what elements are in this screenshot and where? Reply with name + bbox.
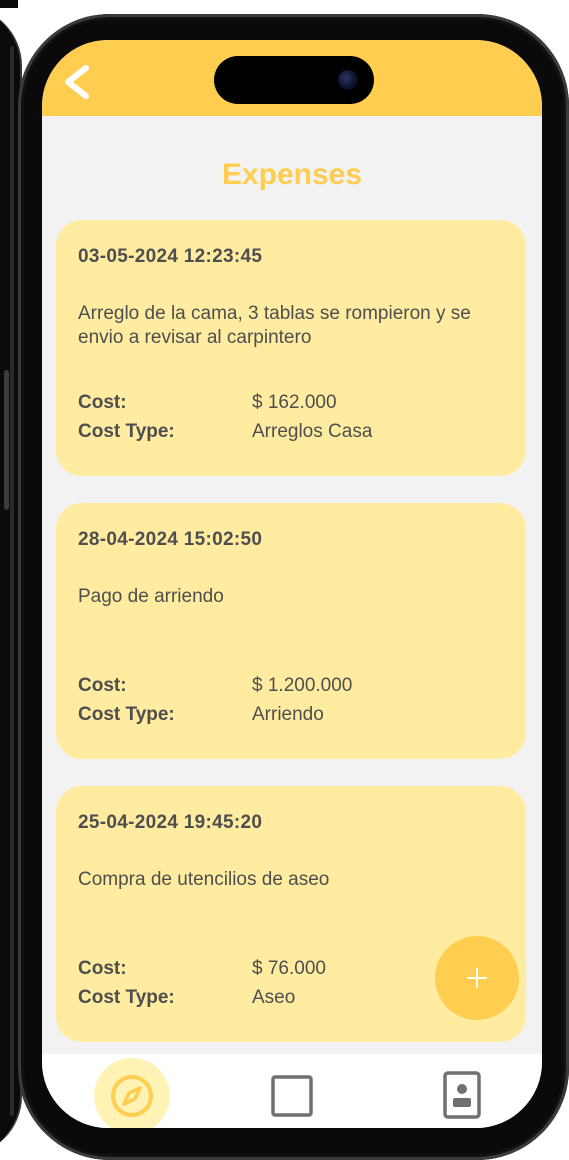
cost-type-value: Arriendo	[252, 704, 324, 725]
compass-icon	[111, 1075, 153, 1117]
square-icon	[271, 1075, 313, 1117]
app-stage: Expenses 03-05-2024 12:23:45 Arreglo de …	[0, 0, 569, 1160]
top-bar	[42, 40, 542, 116]
nav-explore[interactable]	[94, 1054, 170, 1128]
dynamic-island	[214, 56, 374, 104]
cost-value: $ 76.000	[252, 958, 326, 979]
top-edge	[0, 0, 18, 8]
nav-contact[interactable]	[442, 1054, 482, 1128]
bottom-nav	[42, 1054, 542, 1128]
cost-type-label: Cost Type:	[78, 987, 175, 1008]
page-title: Expenses	[221, 158, 363, 191]
phone-screen: Expenses 03-05-2024 12:23:45 Arreglo de …	[42, 40, 542, 1128]
cost-type-label: Cost Type:	[78, 704, 175, 725]
cost-type-value: Aseo	[252, 987, 296, 1008]
add-expense-button[interactable]	[435, 936, 519, 1020]
expense-description: Pago de arriendo	[78, 586, 224, 607]
expense-description: Compra de utencilios de aseo	[78, 869, 330, 890]
cost-value: $ 162.000	[252, 392, 337, 413]
phone-frame: Expenses 03-05-2024 12:23:45 Arreglo de …	[18, 14, 569, 1160]
cost-label: Cost:	[78, 675, 127, 696]
camera-icon	[338, 70, 358, 90]
adjacent-phone-bezel	[10, 46, 14, 1116]
chevron-left-icon	[65, 65, 89, 99]
back-button[interactable]	[60, 62, 96, 102]
cost-type-label: Cost Type:	[78, 421, 175, 442]
expense-description: Arreglo de la cama, 3 tablas se rompiero…	[78, 303, 471, 348]
nav-square[interactable]	[270, 1054, 314, 1128]
contact-card-icon	[443, 1071, 481, 1119]
expense-date: 28-04-2024 15:02:50	[78, 529, 263, 550]
cost-value: $ 1.200.000	[252, 675, 353, 696]
expense-date: 25-04-2024 19:45:20	[78, 812, 263, 833]
expense-card[interactable]: 03-05-2024 12:23:45 Arreglo de la cama, …	[56, 220, 526, 476]
side-button	[4, 370, 9, 510]
expense-date: 03-05-2024 12:23:45	[78, 246, 263, 267]
cost-label: Cost:	[78, 958, 127, 979]
expense-card[interactable]: 28-04-2024 15:02:50 Pago de arriendo Cos…	[56, 503, 526, 759]
cost-type-value: Arreglos Casa	[252, 421, 373, 442]
cost-label: Cost:	[78, 392, 127, 413]
